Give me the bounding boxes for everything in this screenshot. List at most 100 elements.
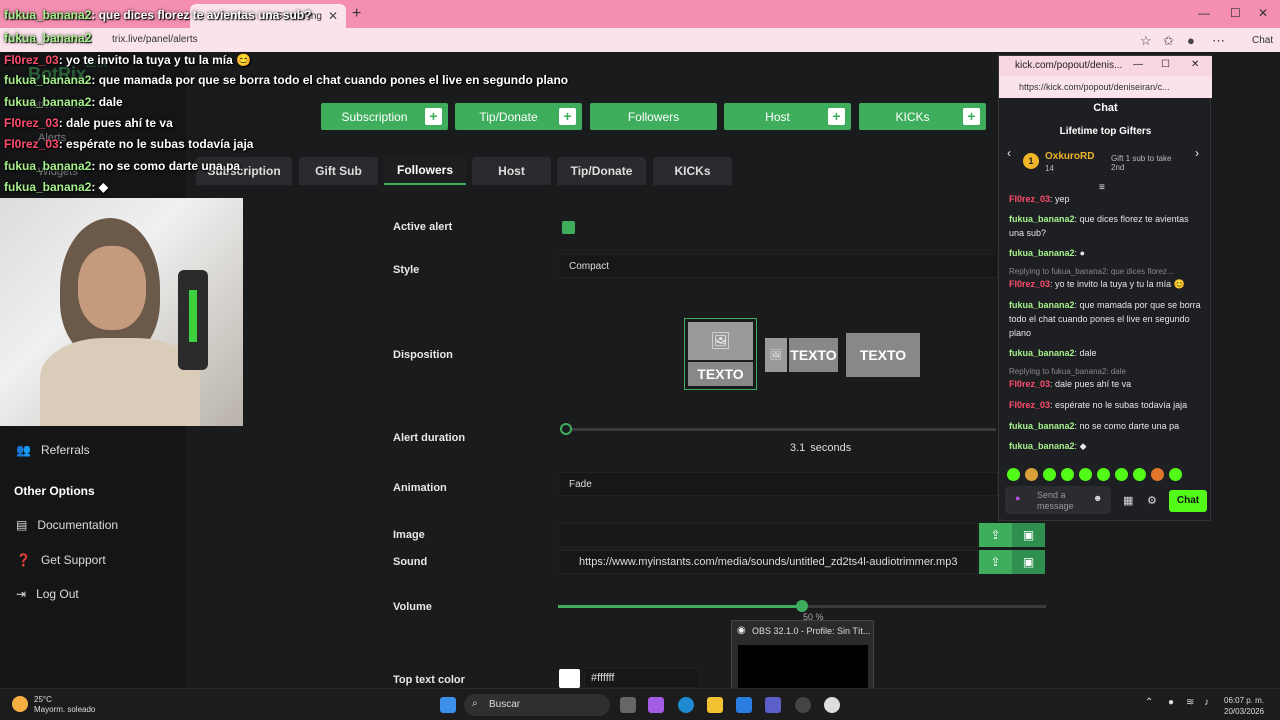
app-taskbar-icon[interactable]	[824, 697, 840, 713]
task-view-icon[interactable]	[620, 697, 636, 713]
windows-start-icon[interactable]	[440, 697, 456, 713]
tab-gift-sub[interactable]: Gift Sub	[299, 157, 378, 185]
kick-chat-popout: kick.com/popout/denis... — ☐ ✕ https://k…	[998, 55, 1212, 521]
sidebar-item-label: Referrals	[40, 443, 90, 457]
close-icon[interactable]: ✕	[1191, 59, 1199, 70]
chat-username: fukua_banana2	[4, 180, 92, 194]
profile-icon[interactable]: ●	[1187, 33, 1195, 48]
disposition-option-vertical[interactable]: 🖼 TEXTO	[684, 318, 757, 390]
active-alert-checkbox[interactable]	[562, 221, 575, 234]
top-text-color-swatch[interactable]	[559, 669, 580, 688]
tab-tip-donate[interactable]: Tip/Donate	[557, 157, 646, 185]
obs-taskbar-preview[interactable]: ◉ OBS 32.1.0 - Profile: Sin Tít...	[731, 620, 874, 690]
alert-duration-knob[interactable]	[560, 423, 572, 435]
image-field[interactable]	[558, 523, 978, 547]
window-close-icon[interactable]: ✕	[1258, 6, 1268, 20]
taskbar-search[interactable]: ⌕ Buscar	[464, 694, 610, 716]
wifi-icon[interactable]: ≋	[1186, 697, 1194, 708]
search-placeholder: Buscar	[489, 699, 521, 710]
emote-icon[interactable]	[1097, 468, 1110, 481]
tab-kicks[interactable]: KICKs	[653, 157, 732, 185]
emoji-icon[interactable]: ☻	[1093, 493, 1102, 504]
maximize-icon[interactable]: ☐	[1161, 59, 1170, 70]
chat-username: Fl0rez_03	[1009, 379, 1051, 389]
new-tab-icon[interactable]: +	[352, 5, 361, 23]
add-kicks-alert-button[interactable]: KICKs +	[859, 103, 986, 130]
star-icon[interactable]: ☆	[1140, 33, 1152, 49]
copilot-icon[interactable]	[648, 697, 664, 713]
sound-url-field[interactable]: https://www.myinstants.com/media/sounds/…	[558, 550, 978, 574]
obs-preview-thumbnail	[738, 645, 868, 689]
favorites-icon[interactable]: ✩	[1163, 33, 1174, 49]
emote-icon[interactable]	[1079, 468, 1092, 481]
send-message-input[interactable]: ● Send a message ☻	[1005, 486, 1111, 514]
sidebar-item-log-out[interactable]: ⇥ Log Out	[16, 587, 79, 601]
chat-message: fukua_banana2: ◆	[1009, 439, 1205, 453]
emote-icon[interactable]	[1007, 468, 1020, 481]
volume-knob[interactable]	[796, 600, 808, 612]
weather-widget[interactable]: 25°C Mayorm. soleado	[34, 695, 95, 715]
volume-icon[interactable]: ♪	[1204, 697, 1209, 708]
top-gifter-count: 14	[1045, 164, 1054, 173]
emote-icon[interactable]	[1115, 468, 1128, 481]
copilot-chat-button[interactable]: Chat	[1252, 35, 1273, 46]
image-gallery-button[interactable]: ▣	[1012, 523, 1045, 547]
sound-gallery-button[interactable]: ▣	[1012, 550, 1045, 574]
chat-text: : dale	[1074, 348, 1097, 358]
emote-icon[interactable]	[1043, 468, 1056, 481]
sidebar-item-referrals[interactable]: 👥 Referrals	[16, 443, 90, 457]
sidebar-item-get-support[interactable]: ❓ Get Support	[16, 553, 106, 567]
send-chat-button[interactable]: Chat	[1169, 490, 1207, 512]
tab-followers[interactable]: Followers	[384, 157, 466, 185]
file-explorer-icon[interactable]	[707, 697, 723, 713]
chat-username: Fl0rez_03	[1009, 194, 1051, 204]
menu-icon[interactable]: ⋯	[1212, 33, 1225, 49]
add-host-alert-button[interactable]: Host +	[724, 103, 851, 130]
mail-icon[interactable]	[736, 697, 752, 713]
weather-temp: 25°C	[34, 695, 52, 704]
emote-icon[interactable]	[1151, 468, 1164, 481]
url-field[interactable]: trix.live/panel/alerts	[112, 34, 198, 45]
add-subscription-alert-button[interactable]: Subscription +	[321, 103, 448, 130]
obs-taskbar-icon[interactable]	[795, 697, 811, 713]
style-select[interactable]: Compact	[558, 254, 998, 278]
emote-icon[interactable]	[1169, 468, 1182, 481]
disposition-option-horizontal[interactable]: 🖼 TEXTO	[765, 338, 838, 372]
chat-text: : que mamada por que se borra todo el ch…	[91, 73, 569, 87]
add-tip-alert-button[interactable]: Tip/Donate +	[455, 103, 582, 130]
chat-message: Fl0rez_03: espérate no le subas todavía …	[1009, 398, 1205, 412]
emote-icon[interactable]	[1025, 468, 1038, 481]
maximize-icon[interactable]: ☐	[1230, 6, 1241, 20]
gear-icon[interactable]: ⚙	[1147, 494, 1157, 507]
chevron-right-icon[interactable]: ›	[1195, 146, 1199, 160]
popout-url[interactable]: https://kick.com/popout/deniseiran/c...	[999, 76, 1212, 98]
mic-icon[interactable]: ●	[1015, 493, 1020, 504]
lifetime-gifters-heading: Lifetime top Gifters	[1059, 126, 1152, 137]
mic-tray-icon[interactable]: ●	[1168, 697, 1174, 708]
sidebar-item-documentation[interactable]: ▤ Documentation	[16, 518, 118, 532]
followers-alert-button[interactable]: Followers	[590, 103, 717, 130]
taskbar: 25°C Mayorm. soleado ⌕ Buscar ⌃ ● ≋ ♪ 06…	[0, 688, 1280, 720]
top-text-color-field[interactable]: #ffffff	[584, 668, 700, 688]
disposition-option-overlay[interactable]: TEXTO	[846, 333, 920, 377]
emote-icon[interactable]	[1133, 468, 1146, 481]
emote-icon[interactable]	[1061, 468, 1074, 481]
minimize-icon[interactable]: —	[1133, 59, 1143, 70]
tab-host[interactable]: Host	[472, 157, 551, 185]
teams-icon[interactable]	[765, 697, 781, 713]
store-icon[interactable]: ▦	[1123, 494, 1133, 507]
animation-select[interactable]: Fade	[558, 472, 998, 496]
close-icon[interactable]: ✕	[328, 9, 338, 23]
clock[interactable]: 06:07 p. m. 20/03/2026	[1224, 695, 1264, 717]
sound-upload-button[interactable]: ⇪	[979, 550, 1012, 574]
chat-text: : dale	[91, 95, 123, 109]
chevron-up-icon[interactable]: ⌃	[1145, 697, 1153, 708]
alert-duration-slider[interactable]	[566, 428, 996, 431]
reply-context: Replying to fukua_banana2: que dices flo…	[1009, 267, 1174, 276]
chevron-left-icon[interactable]: ‹	[1007, 146, 1011, 160]
image-placeholder-icon: 🖼	[765, 338, 787, 372]
image-upload-button[interactable]: ⇪	[979, 523, 1012, 547]
minimize-icon[interactable]: —	[1198, 6, 1210, 20]
edge-browser-icon[interactable]	[678, 697, 694, 713]
weather-icon[interactable]	[12, 696, 28, 712]
